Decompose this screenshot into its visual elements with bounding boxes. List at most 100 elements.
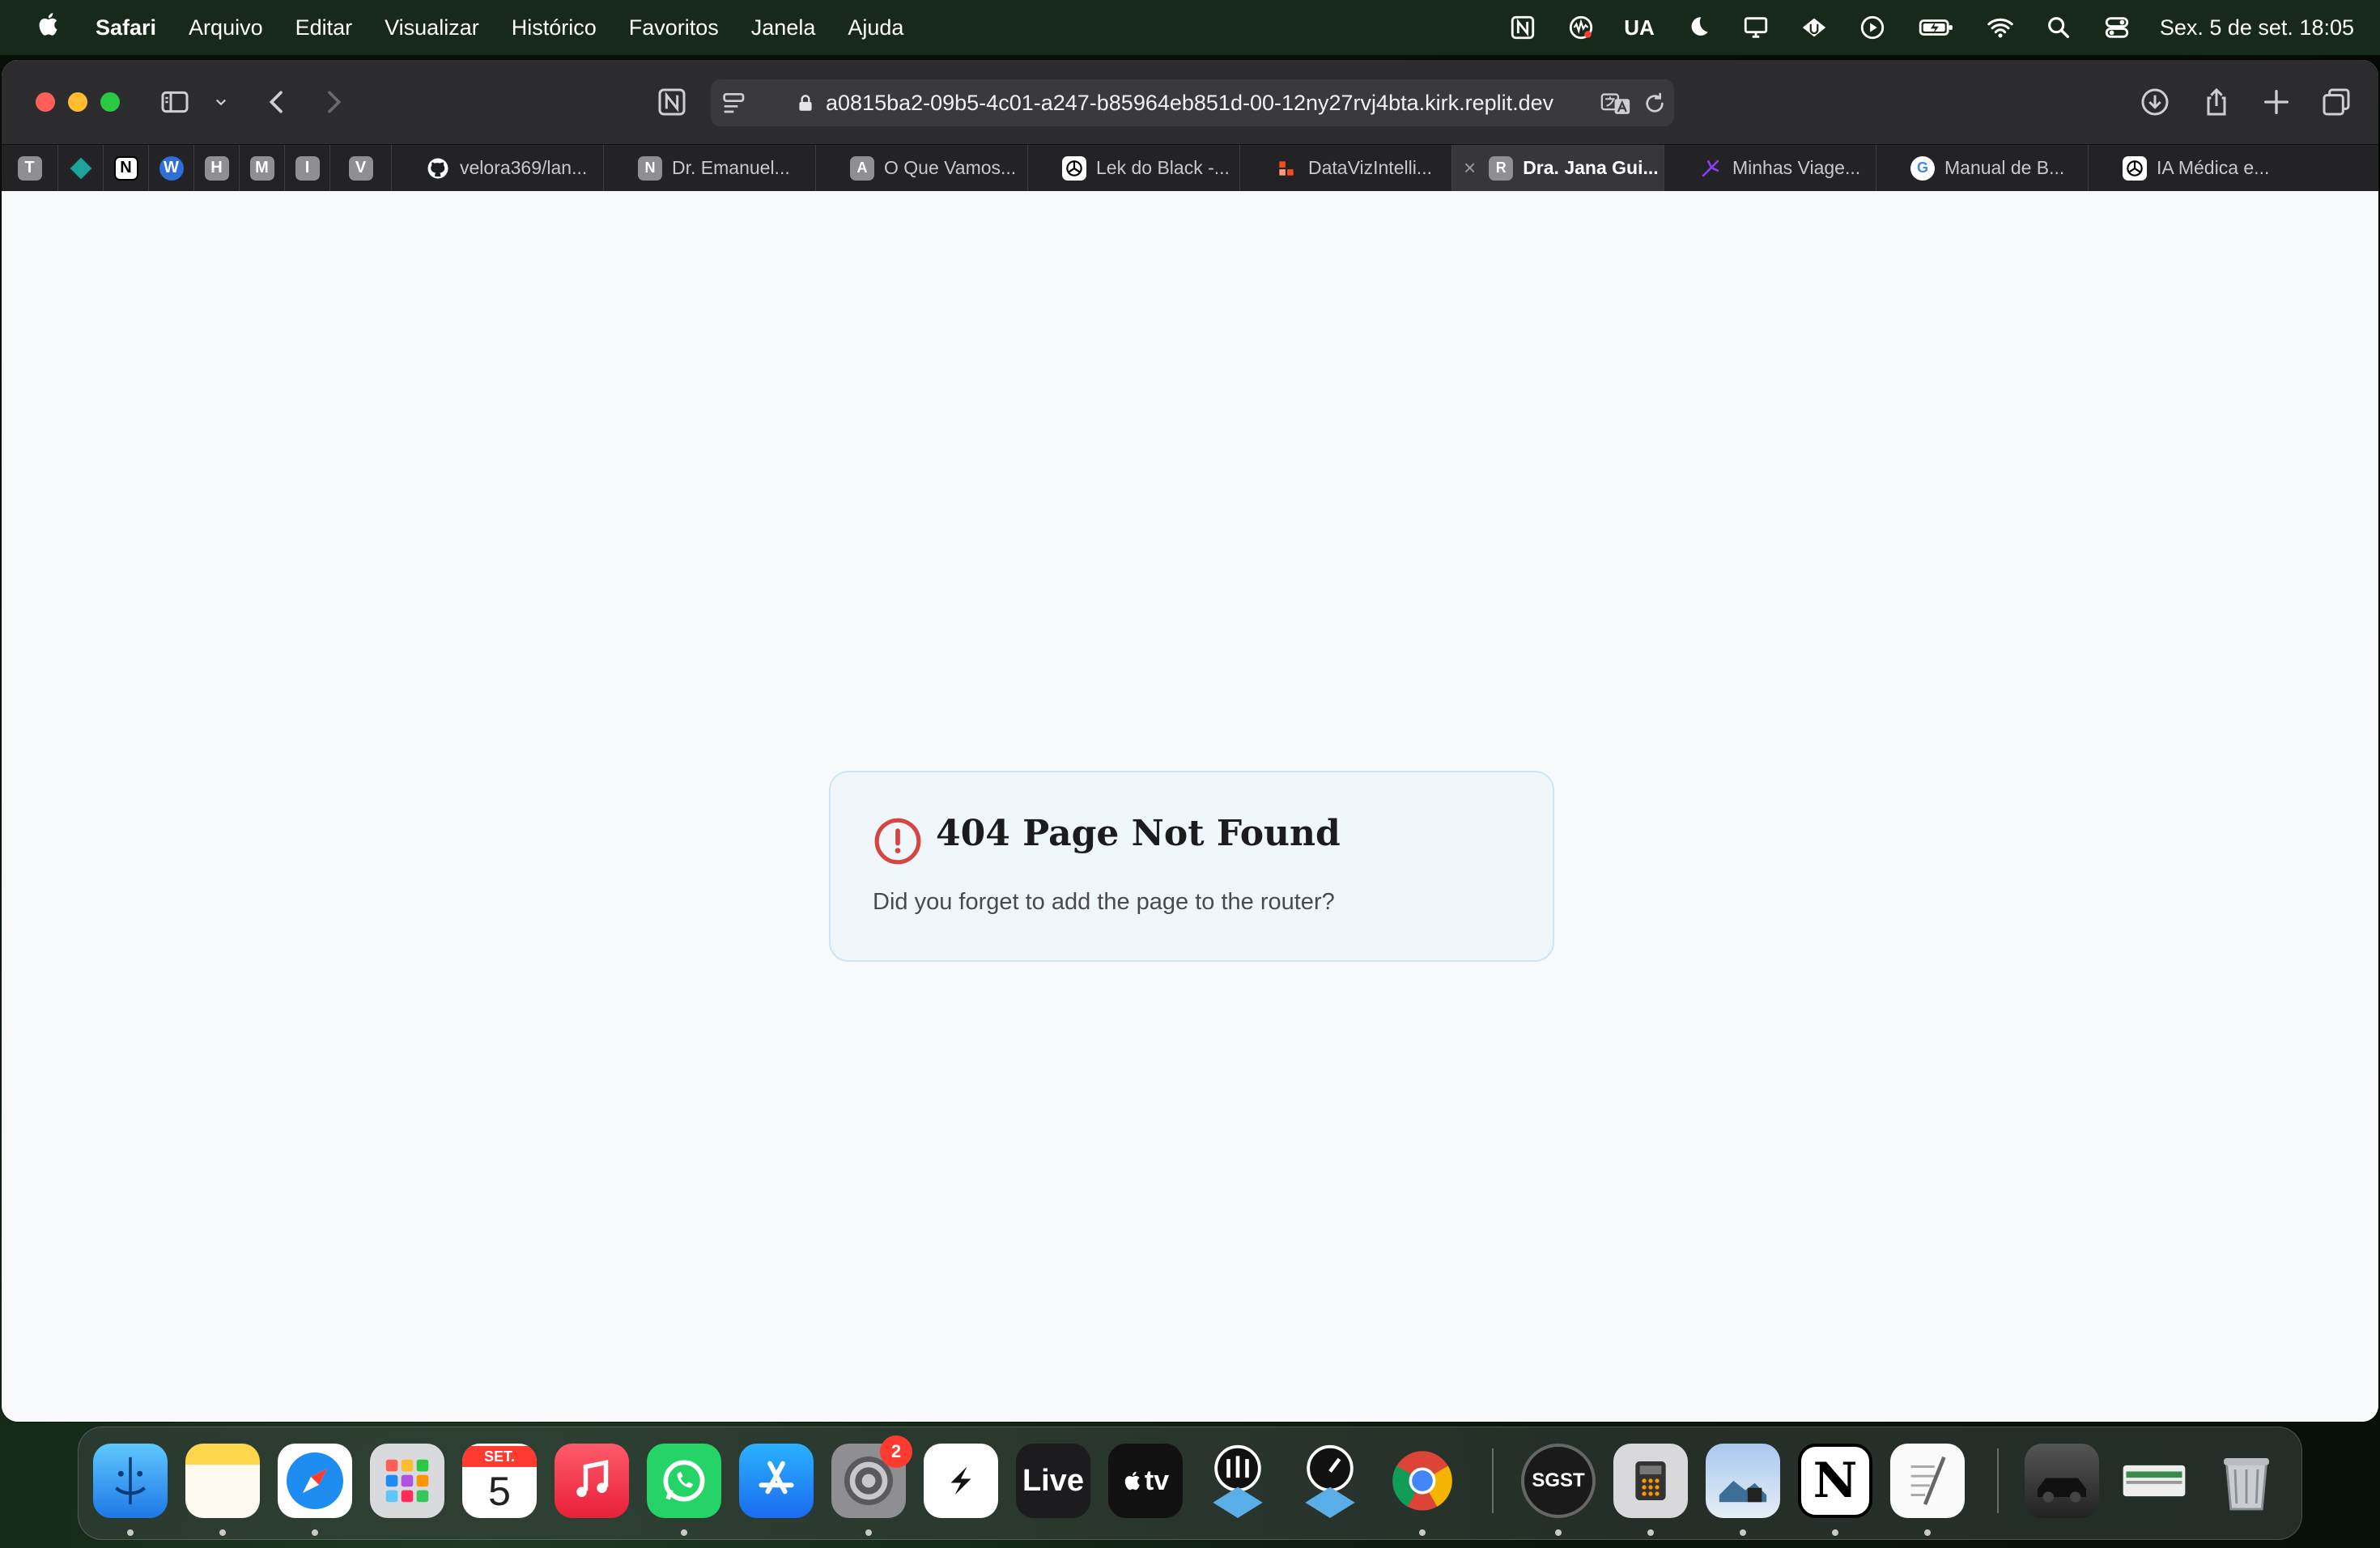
forward-chevron-icon[interactable] bbox=[317, 84, 350, 120]
safari-icon[interactable] bbox=[278, 1444, 352, 1518]
screen-mirroring-icon[interactable] bbox=[1740, 12, 1771, 43]
dataviz-icon bbox=[1274, 156, 1298, 181]
audio-monitor-icon[interactable] bbox=[1566, 12, 1596, 43]
universal-audio-icon[interactable] bbox=[1799, 12, 1830, 43]
dock: SET. 5 2 Live tv SGST N bbox=[78, 1427, 2302, 1540]
shortcut-s-icon[interactable] bbox=[924, 1444, 998, 1518]
tab-label: velora369/lan... bbox=[460, 157, 588, 178]
calendar-day: 5 bbox=[488, 1469, 511, 1514]
pinned-tab[interactable] bbox=[58, 144, 104, 192]
menu-arquivo[interactable]: Arquivo bbox=[189, 15, 263, 40]
url-text[interactable]: a0815ba2-09b5-4c01-a247-b85964eb851d-00-… bbox=[826, 91, 1553, 116]
spotlight-search-icon[interactable] bbox=[2043, 12, 2074, 43]
tab-favicon: N bbox=[638, 155, 662, 181]
menubar-clock[interactable]: Sex. 5 de set. 18:05 bbox=[2160, 15, 2354, 40]
page-menu-icon[interactable] bbox=[719, 86, 751, 121]
pinned-tab[interactable]: T bbox=[2, 144, 58, 192]
pinned-tab-icon: V bbox=[348, 155, 373, 181]
error-title: 404 Page Not Found bbox=[936, 813, 1341, 854]
tab[interactable]: DataVizIntelli... bbox=[1240, 144, 1452, 192]
tab[interactable]: velora369/lan... bbox=[392, 144, 604, 192]
app-store-icon[interactable] bbox=[739, 1444, 814, 1518]
control-center-icon[interactable] bbox=[2102, 12, 2132, 43]
ua-meter-icon[interactable] bbox=[1293, 1444, 1367, 1518]
tab[interactable]: A O Que Vamos... bbox=[816, 144, 1028, 192]
ua-status-text[interactable]: UA bbox=[1624, 15, 1655, 40]
play-circle-icon[interactable] bbox=[1857, 12, 1888, 43]
alert-circle-icon bbox=[874, 818, 921, 865]
textedit-icon[interactable] bbox=[1890, 1444, 1965, 1518]
tab-active[interactable]: × R Dra. Jana Gui... bbox=[1452, 144, 1664, 192]
pinned-tab[interactable]: H bbox=[194, 144, 240, 192]
whatsapp-icon[interactable] bbox=[647, 1444, 721, 1518]
focus-moon-icon[interactable] bbox=[1682, 12, 1713, 43]
window-close-button[interactable] bbox=[36, 92, 55, 112]
pinned-tab[interactable]: V bbox=[330, 144, 392, 192]
finder-icon[interactable] bbox=[93, 1444, 168, 1518]
apple-tv-icon[interactable]: tv bbox=[1108, 1444, 1183, 1518]
trash-icon[interactable] bbox=[2209, 1444, 2284, 1518]
wordpress-icon: W bbox=[159, 155, 184, 181]
back-chevron-icon[interactable] bbox=[261, 84, 293, 120]
menu-app-name[interactable]: Safari bbox=[96, 15, 156, 40]
music-icon[interactable] bbox=[555, 1444, 629, 1518]
calendar-month: SET. bbox=[462, 1446, 537, 1467]
notion-menubar-icon[interactable] bbox=[1507, 12, 1538, 43]
downloads-icon[interactable] bbox=[2139, 84, 2171, 120]
menu-editar[interactable]: Editar bbox=[295, 15, 353, 40]
sidebar-toggle-icon[interactable] bbox=[159, 84, 191, 120]
ua-console-icon[interactable] bbox=[1201, 1444, 1275, 1518]
calculator-icon[interactable] bbox=[1613, 1444, 1688, 1518]
pinned-tab[interactable]: W bbox=[149, 144, 194, 192]
tab[interactable]: Minhas Viage... bbox=[1664, 144, 1876, 192]
openai-icon bbox=[2123, 155, 2147, 181]
notion-icon[interactable]: N bbox=[1798, 1444, 1872, 1518]
diamond-icon bbox=[70, 157, 91, 179]
tab-group-chevron-down-icon[interactable] bbox=[210, 84, 232, 120]
wifi-icon[interactable] bbox=[1985, 12, 2016, 43]
safari-window: a0815ba2-09b5-4c01-a247-b85964eb851d-00-… bbox=[2, 60, 2378, 1422]
window-minimize-button[interactable] bbox=[68, 92, 87, 112]
error-message: Did you forget to add the page to the ro… bbox=[873, 889, 1335, 915]
battery-charging-icon[interactable] bbox=[1915, 12, 1957, 43]
pinned-tab[interactable]: N bbox=[104, 144, 149, 192]
menu-janela[interactable]: Janela bbox=[751, 15, 816, 40]
reload-icon[interactable] bbox=[1642, 86, 1668, 121]
pinned-tab[interactable]: I bbox=[285, 144, 330, 192]
pinned-tab[interactable]: M bbox=[240, 144, 285, 192]
menu-favoritos[interactable]: Favoritos bbox=[629, 15, 719, 40]
tab[interactable]: N Dr. Emanuel... bbox=[604, 144, 816, 192]
browser-toolbar: a0815ba2-09b5-4c01-a247-b85964eb851d-00-… bbox=[2, 60, 2378, 144]
tab[interactable]: Lek do Black -... bbox=[1028, 144, 1240, 192]
tab[interactable]: G Manual de B... bbox=[1876, 144, 2089, 192]
tab-close-icon[interactable]: × bbox=[1464, 155, 1476, 181]
tab-overview-icon[interactable] bbox=[2320, 84, 2352, 120]
apple-menu-icon[interactable] bbox=[29, 11, 70, 45]
share-icon[interactable] bbox=[2200, 84, 2233, 120]
tab-bar: T N W H M I V velora369/lan... N Dr. Ema… bbox=[2, 144, 2378, 192]
downloads-stack-icon[interactable] bbox=[2025, 1444, 2099, 1518]
preview-icon[interactable] bbox=[1706, 1444, 1780, 1518]
translate-icon[interactable] bbox=[1600, 86, 1632, 121]
ableton-live-icon[interactable]: Live bbox=[1016, 1444, 1090, 1518]
menu-bar: Safari Arquivo Editar Visualizar Históri… bbox=[0, 0, 2380, 55]
lock-icon bbox=[795, 91, 816, 115]
window-fullscreen-button[interactable] bbox=[100, 92, 120, 112]
menu-ajuda[interactable]: Ajuda bbox=[848, 15, 903, 40]
notes-icon[interactable] bbox=[185, 1444, 260, 1518]
menu-historico[interactable]: Histórico bbox=[512, 15, 597, 40]
tab-label: IA Médica e... bbox=[2157, 157, 2270, 178]
sgst-icon[interactable]: SGST bbox=[1521, 1444, 1596, 1518]
documents-stack-icon[interactable] bbox=[2117, 1444, 2191, 1518]
calendar-icon[interactable]: SET. 5 bbox=[462, 1444, 537, 1518]
apple-tv-label: tv bbox=[1144, 1465, 1170, 1496]
tab[interactable]: IA Médica e... bbox=[2089, 145, 2301, 192]
notion-extension-icon[interactable] bbox=[656, 84, 688, 120]
notion-icon: N bbox=[113, 155, 138, 181]
menu-visualizar[interactable]: Visualizar bbox=[385, 15, 479, 40]
tab-label: Manual de B... bbox=[1944, 157, 2065, 178]
new-tab-plus-icon[interactable] bbox=[2260, 84, 2293, 120]
launchpad-icon[interactable] bbox=[370, 1444, 444, 1518]
address-bar[interactable]: a0815ba2-09b5-4c01-a247-b85964eb851d-00-… bbox=[711, 79, 1674, 126]
chrome-icon[interactable] bbox=[1385, 1444, 1460, 1518]
